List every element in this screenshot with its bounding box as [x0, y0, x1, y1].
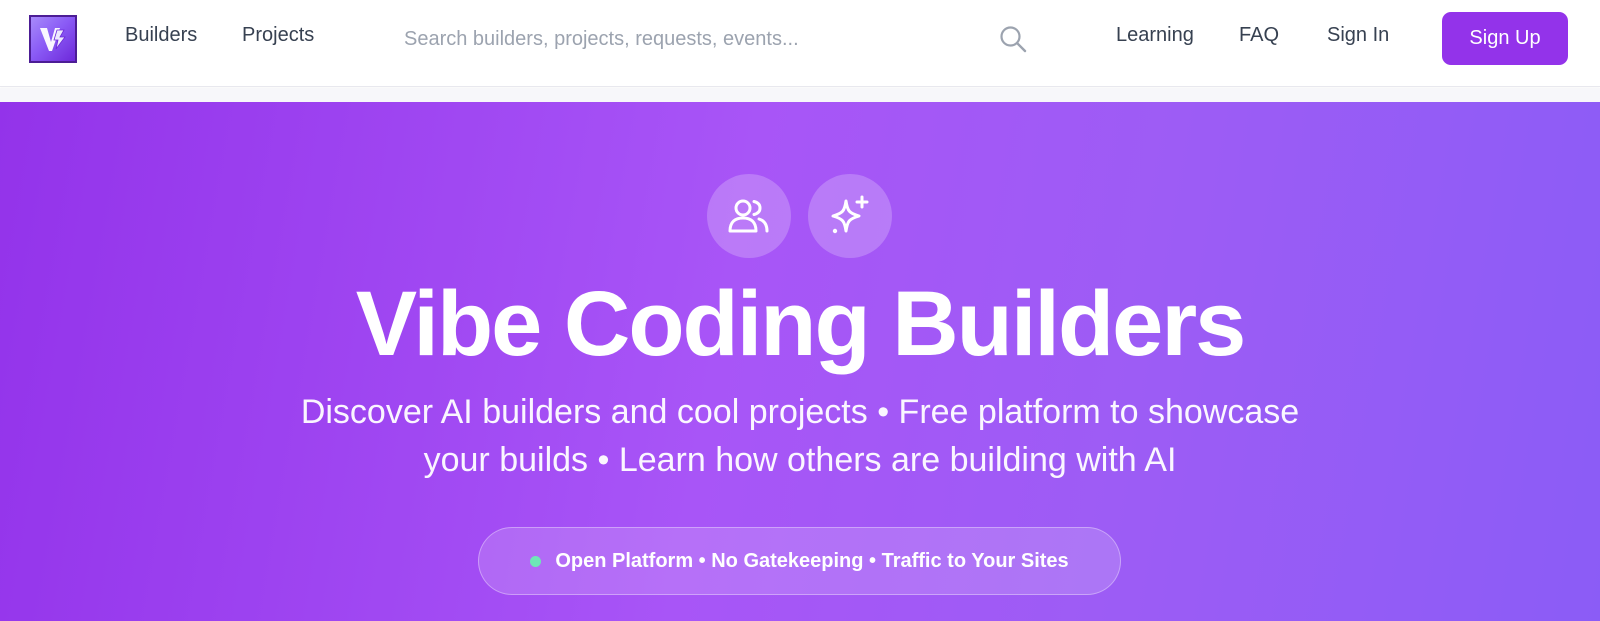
nav-link-projects[interactable]: Projects: [242, 24, 314, 47]
nav-link-builders[interactable]: Builders: [125, 24, 197, 47]
logo-icon[interactable]: [29, 15, 77, 63]
sign-in-link[interactable]: Sign In: [1327, 24, 1389, 47]
sparkles-icon: [808, 174, 892, 258]
search-input[interactable]: [392, 16, 1032, 62]
page-title: Vibe Coding Builders: [355, 273, 1247, 375]
search-icon[interactable]: [998, 24, 1028, 54]
top-navbar: Builders Projects Learning FAQ Sign In S…: [0, 0, 1600, 87]
status-dot-icon: [530, 555, 542, 567]
features-pill-text: Open Platform • No Gatekeeping • Traffic…: [555, 549, 1069, 572]
users-icon: [707, 174, 791, 258]
hero-subtitle-line-2: your builds • Learn how others are build…: [423, 441, 1177, 479]
nav-link-faq[interactable]: FAQ: [1239, 24, 1279, 47]
nav-link-learning[interactable]: Learning: [1116, 24, 1194, 47]
hero-subtitle-line-1: Discover AI builders and cool projects •…: [300, 393, 1300, 431]
sign-up-button[interactable]: Sign Up: [1442, 12, 1568, 65]
header-divider: [0, 88, 1600, 102]
features-pill: Open Platform • No Gatekeeping • Traffic…: [478, 527, 1121, 595]
hero-subtitle: Discover AI builders and cool projects •…: [200, 388, 1400, 484]
hero-section: Vibe Coding Builders Discover AI builder…: [0, 102, 1600, 621]
